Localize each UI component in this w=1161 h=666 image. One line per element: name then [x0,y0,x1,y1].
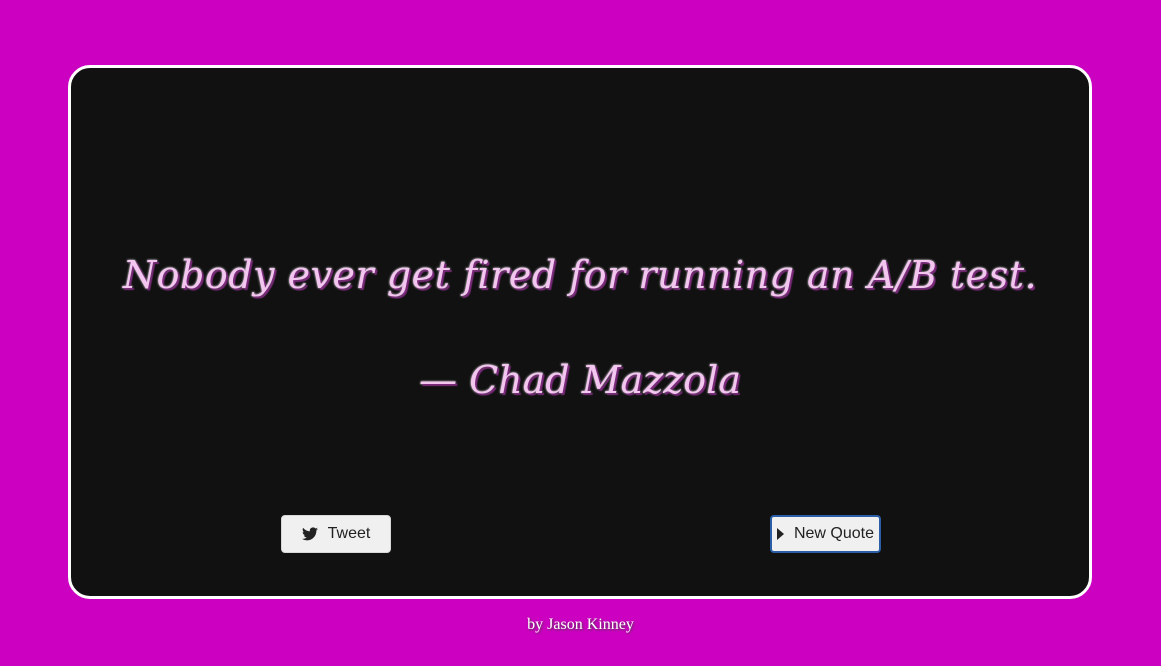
twitter-icon [301,527,318,541]
tweet-button-label: Tweet [327,525,371,542]
new-quote-button[interactable]: New Quote [770,515,881,553]
new-quote-button-label: New Quote [793,525,875,542]
quote-author: — Chad Mazzola [419,358,741,402]
quote-text: Nobody ever get fired for running an A/B… [122,253,1038,297]
quote-card: Nobody ever get fired for running an A/B… [68,65,1092,599]
caret-right-icon [776,528,784,540]
tweet-button[interactable]: Tweet [281,515,391,553]
author-credit: by Jason Kinney [527,616,634,633]
